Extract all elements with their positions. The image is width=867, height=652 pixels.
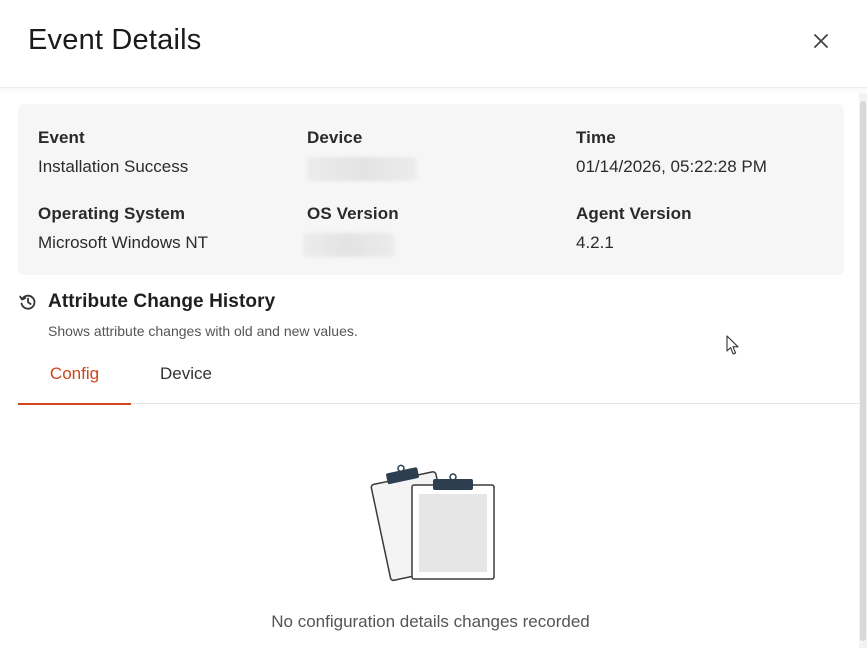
time-field: Time 01/14/2026, 05:22:28 PM xyxy=(576,128,767,177)
device-field: Device xyxy=(307,128,417,181)
time-label: Time xyxy=(576,128,616,147)
operating-system-field: Operating System Microsoft Windows NT xyxy=(38,204,208,253)
agent-version-label: Agent Version xyxy=(576,204,692,223)
clipboards-illustration xyxy=(370,464,495,582)
agent-version-value: 4.2.1 xyxy=(576,233,614,252)
scrollbar-thumb[interactable] xyxy=(860,101,866,641)
event-info-card: Event Installation Success Device Time 0… xyxy=(18,104,844,275)
operating-system-value: Microsoft Windows NT xyxy=(38,233,209,252)
history-icon xyxy=(19,294,36,310)
event-label: Event xyxy=(38,128,85,147)
tab-config[interactable]: Config xyxy=(18,359,131,405)
os-version-field: OS Version xyxy=(303,204,399,257)
dialog-body: Event Installation Success Device Time 0… xyxy=(0,89,867,652)
close-icon xyxy=(814,34,828,48)
history-title: Attribute Change History xyxy=(48,291,276,312)
close-button[interactable] xyxy=(806,26,836,56)
history-tabs: Config Device xyxy=(18,359,859,405)
os-version-value-redacted xyxy=(303,233,395,257)
operating-system-label: Operating System xyxy=(38,204,186,223)
time-value: 01/14/2026, 05:22:28 PM xyxy=(576,157,767,176)
event-value: Installation Success xyxy=(38,157,189,176)
event-details-dialog: Event Details Event Installation Success… xyxy=(0,0,867,652)
os-version-label: OS Version xyxy=(307,204,399,223)
attribute-history-header: Attribute Change History Shows attribute… xyxy=(18,291,358,339)
device-label: Device xyxy=(307,128,363,147)
agent-version-field: Agent Version 4.2.1 xyxy=(576,204,692,253)
event-field: Event Installation Success xyxy=(38,128,188,177)
tab-device[interactable]: Device xyxy=(148,359,224,404)
history-subtitle: Shows attribute changes with old and new… xyxy=(48,323,358,339)
device-value-redacted xyxy=(307,157,417,181)
dialog-header: Event Details xyxy=(0,0,867,88)
mouse-cursor-icon xyxy=(726,335,739,355)
empty-state-message: No configuration details changes recorde… xyxy=(271,612,590,631)
scrollbar[interactable] xyxy=(859,93,867,648)
empty-state: No configuration details changes recorde… xyxy=(0,461,859,651)
dialog-title: Event Details xyxy=(28,24,202,56)
